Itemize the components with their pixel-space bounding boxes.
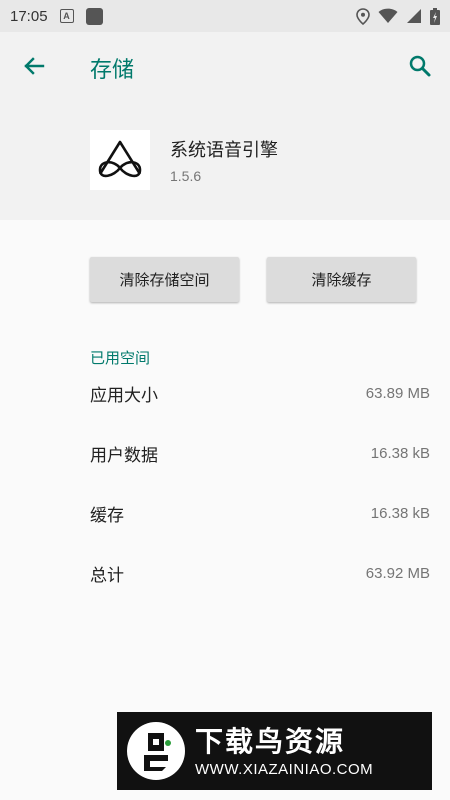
toolbar: 存储 <box>0 32 450 100</box>
app-version: 1.5.6 <box>170 168 202 184</box>
row-value: 16.38 kB <box>370 504 430 522</box>
app-logo-icon <box>98 140 142 178</box>
row-label: 应用大小 <box>90 385 158 406</box>
status-time: 17:05 <box>10 7 48 25</box>
app-info: 系统语音引擎 1.5.6 <box>90 130 278 190</box>
search-icon <box>409 55 431 77</box>
watermark-banner: 下载鸟资源 WWW.XIAZAINIAO.COM <box>117 712 432 790</box>
app-logo <box>90 130 150 190</box>
status-bar: 17:05 A <box>0 0 450 32</box>
action-buttons: 清除存储空间 清除缓存 <box>90 257 416 302</box>
watermark-title: 下载鸟资源 <box>195 724 346 758</box>
app-name: 系统语音引擎 <box>170 140 278 161</box>
row-value: 16.38 kB <box>370 444 430 462</box>
arrow-back-icon <box>24 57 45 75</box>
row-label: 总计 <box>90 565 124 586</box>
location-icon <box>356 7 370 25</box>
back-button[interactable] <box>16 50 52 82</box>
battery-icon <box>430 7 440 25</box>
wifi-icon <box>378 8 398 23</box>
storage-row-total: 总计 63.92 MB <box>90 543 430 603</box>
clear-cache-button[interactable]: 清除缓存 <box>267 257 416 302</box>
header-area: 存储 系统语音引擎 1.5.6 <box>0 32 450 220</box>
watermark-url: WWW.XIAZAINIAO.COM <box>195 760 374 778</box>
storage-row-cache: 缓存 16.38 kB <box>90 483 430 543</box>
notification-a-icon: A <box>59 9 74 23</box>
status-right <box>356 7 440 25</box>
storage-row-user-data: 用户数据 16.38 kB <box>90 423 430 483</box>
search-button[interactable] <box>404 50 436 82</box>
app-text: 系统语音引擎 1.5.6 <box>170 136 278 184</box>
row-value: 63.89 MB <box>365 384 430 402</box>
row-label: 缓存 <box>90 505 124 526</box>
storage-list: 应用大小 63.89 MB 用户数据 16.38 kB 缓存 16.38 kB … <box>90 363 430 603</box>
notification-square-icon <box>85 7 103 25</box>
storage-row-app-size: 应用大小 63.89 MB <box>90 363 430 423</box>
row-label: 用户数据 <box>90 445 158 466</box>
row-value: 63.92 MB <box>365 564 430 582</box>
clear-storage-button[interactable]: 清除存储空间 <box>90 257 239 302</box>
watermark-text: 下载鸟资源 WWW.XIAZAINIAO.COM <box>195 725 373 778</box>
bird-logo-icon <box>144 733 171 771</box>
page-title: 存储 <box>90 58 135 83</box>
signal-icon <box>407 9 421 23</box>
watermark-bird-icon <box>127 722 185 780</box>
status-left: 17:05 A <box>10 7 103 25</box>
